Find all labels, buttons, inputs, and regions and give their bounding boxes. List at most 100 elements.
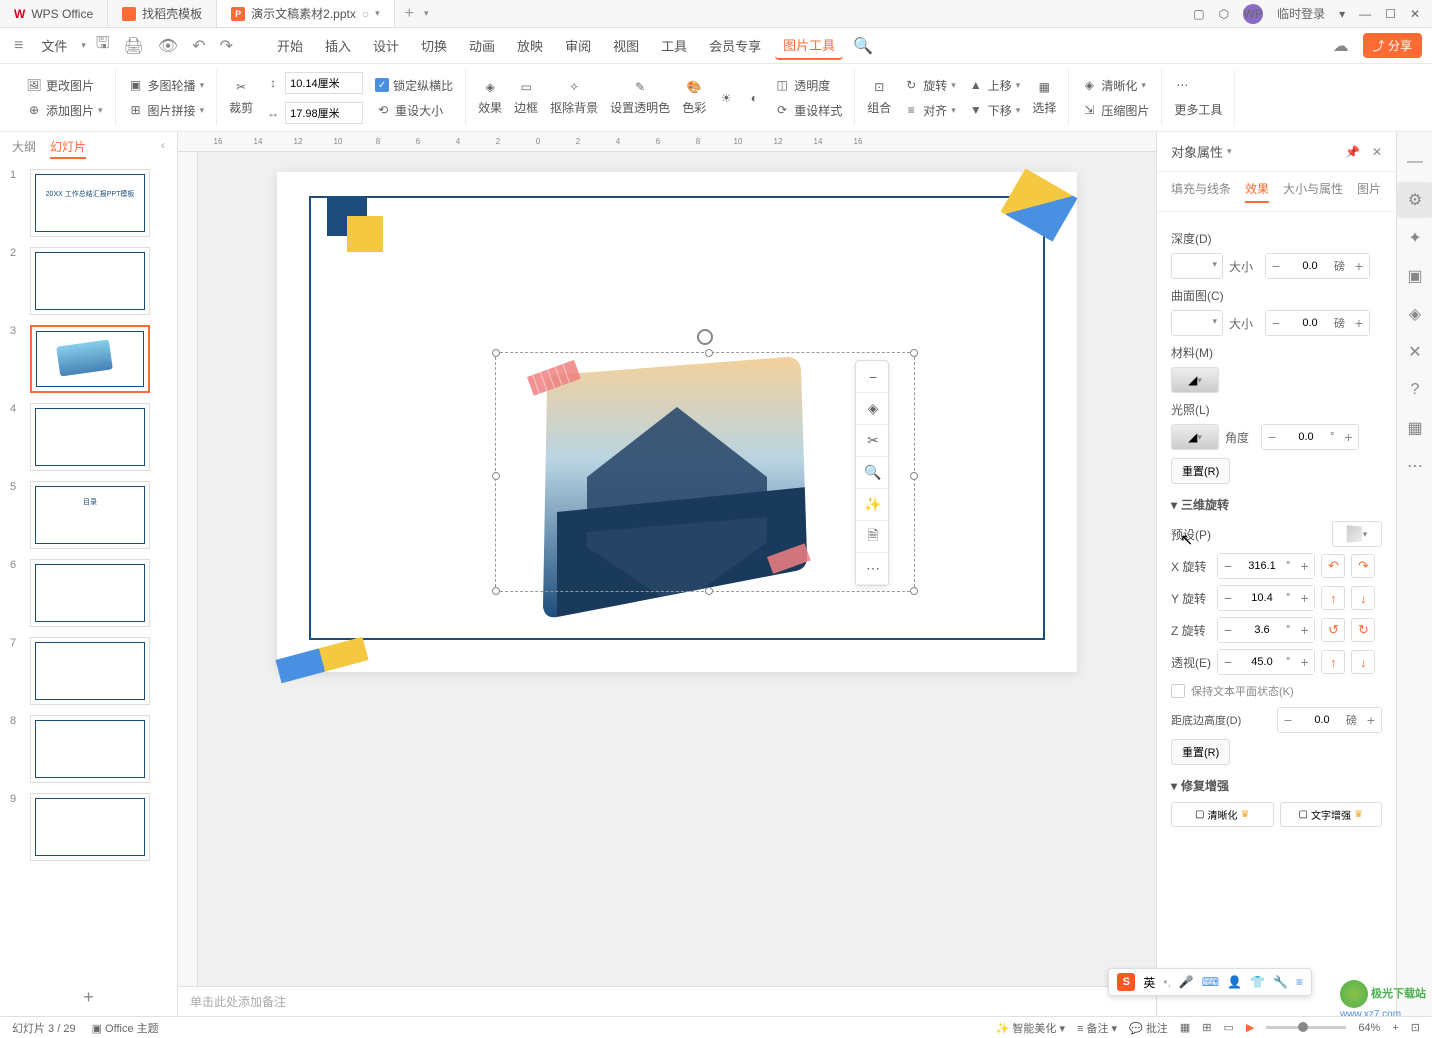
- menu-start[interactable]: 开始: [269, 32, 311, 59]
- menu-design[interactable]: 设计: [365, 32, 407, 59]
- reset-style-button[interactable]: ⟳重设样式: [770, 100, 846, 121]
- slide-thumb-5[interactable]: 目录: [30, 481, 150, 549]
- lighting-input[interactable]: [1282, 431, 1330, 443]
- change-image-button[interactable]: 🖼更改图片: [22, 75, 107, 96]
- tab-document[interactable]: P 演示文稿素材2.pptx ○ ▾: [217, 0, 394, 27]
- move-up-button[interactable]: ▲上移▾: [964, 75, 1025, 96]
- more-tools-button[interactable]: ⋯: [1170, 75, 1226, 95]
- menu-animation[interactable]: 动画: [461, 32, 503, 59]
- resize-handle-tr[interactable]: [910, 349, 918, 357]
- keep-text-flat-checkbox[interactable]: 保持文本平面状态(K): [1171, 683, 1382, 699]
- ime-toolbar[interactable]: S 英 •, 🎤 ⌨ 👤 👕 🔧 ≡: [1108, 968, 1312, 996]
- comments-toggle[interactable]: 💬 批注: [1129, 1020, 1168, 1036]
- login-label[interactable]: 临时登录: [1277, 5, 1325, 22]
- reset-button[interactable]: 重置(R): [1171, 458, 1230, 484]
- float-crop-button[interactable]: ✂: [856, 425, 890, 457]
- decrement-button[interactable]: −: [1262, 425, 1282, 449]
- perspective-spinner[interactable]: −°+: [1217, 649, 1315, 675]
- ime-voice-icon[interactable]: 🎤: [1179, 975, 1194, 989]
- zoom-value[interactable]: 64%: [1358, 1022, 1380, 1034]
- decrement-button[interactable]: −: [1266, 254, 1286, 278]
- rotate-handle[interactable]: [697, 329, 713, 345]
- increment-button[interactable]: +: [1361, 708, 1381, 732]
- assets-sidebar-button[interactable]: ▦: [1397, 410, 1432, 446]
- help-sidebar-button[interactable]: ?: [1397, 372, 1432, 408]
- float-zoom-button[interactable]: 🔍: [856, 457, 890, 489]
- add-slide-button[interactable]: +: [0, 979, 177, 1016]
- collapse-icon[interactable]: ‹: [161, 138, 165, 159]
- float-collapse-button[interactable]: −: [856, 361, 890, 393]
- decrement-button[interactable]: −: [1218, 618, 1238, 642]
- contour-color-select[interactable]: ▾: [1171, 310, 1223, 336]
- move-down-button[interactable]: ▼下移▾: [964, 100, 1025, 121]
- tab-slides[interactable]: 幻灯片: [50, 138, 86, 159]
- color-button[interactable]: 🎨色彩: [678, 77, 710, 118]
- decrement-button[interactable]: −: [1218, 554, 1238, 578]
- chevron-down-icon[interactable]: ▾: [375, 8, 380, 19]
- slide-thumb-3[interactable]: [30, 325, 150, 393]
- rotate-button[interactable]: ↻旋转▾: [899, 75, 960, 96]
- template-sidebar-button[interactable]: ▣: [1397, 258, 1432, 294]
- redo-icon[interactable]: ↷: [216, 32, 237, 60]
- resize-handle-b[interactable]: [705, 587, 713, 595]
- fit-button[interactable]: ⊡: [1411, 1021, 1420, 1034]
- increment-button[interactable]: +: [1349, 311, 1369, 335]
- compress-button[interactable]: ⇲压缩图片: [1077, 100, 1153, 121]
- y-rotation-spinner[interactable]: −°+: [1217, 585, 1315, 611]
- zoom-in-button[interactable]: +: [1392, 1022, 1398, 1034]
- decrement-button[interactable]: −: [1278, 708, 1298, 732]
- image-stitch-button[interactable]: ⊞图片拼接▾: [124, 100, 209, 121]
- material-select[interactable]: ◢▾: [1171, 367, 1219, 393]
- slide-canvas[interactable]: − ◈ ✂ 🔍 ✨ 🗎 ⋯: [277, 172, 1077, 672]
- resize-handle-bl[interactable]: [492, 587, 500, 595]
- increment-button[interactable]: +: [1338, 425, 1358, 449]
- z-rotation-spinner[interactable]: −°+: [1217, 617, 1315, 643]
- minimize-button[interactable]: —: [1359, 7, 1371, 21]
- tab-options-icon[interactable]: ○: [362, 7, 369, 21]
- menu-insert[interactable]: 插入: [317, 32, 359, 59]
- menu-tools[interactable]: 工具: [653, 32, 695, 59]
- save-icon[interactable]: 🖫: [92, 28, 114, 63]
- sharpen-repair-button[interactable]: ▢ 清晰化♛: [1171, 802, 1274, 827]
- rotate-cw-icon[interactable]: ↻: [1351, 618, 1375, 642]
- ime-lang[interactable]: 英: [1143, 974, 1155, 991]
- pin-icon[interactable]: 📌: [1345, 145, 1360, 159]
- y-rotation-input[interactable]: [1238, 592, 1286, 604]
- float-magic-button[interactable]: ✨: [856, 489, 890, 521]
- ime-keyboard-icon[interactable]: ⌨: [1202, 975, 1219, 989]
- contour-spinner[interactable]: −磅+: [1265, 310, 1370, 336]
- share-button[interactable]: ⤴ 分享: [1363, 33, 1422, 58]
- reset-rotation-button[interactable]: 重置(R): [1171, 739, 1230, 765]
- ime-tool-icon[interactable]: 🔧: [1273, 975, 1288, 989]
- lighting-select[interactable]: ◢▾: [1171, 424, 1219, 450]
- search-icon[interactable]: 🔍: [849, 32, 877, 60]
- print-icon[interactable]: 🖨: [120, 32, 148, 60]
- tabs-dropdown-icon[interactable]: ▾: [424, 8, 429, 19]
- perspective-down-icon[interactable]: ↓: [1351, 650, 1375, 674]
- menu-slideshow[interactable]: 放映: [509, 32, 551, 59]
- menu-view[interactable]: 视图: [605, 32, 647, 59]
- view-slideshow-icon[interactable]: ▶: [1246, 1021, 1254, 1034]
- slide-thumb-7[interactable]: [30, 637, 150, 705]
- resize-handle-l[interactable]: [492, 472, 500, 480]
- preview-icon[interactable]: 👁: [154, 32, 182, 60]
- preset-select[interactable]: ▾: [1332, 521, 1382, 547]
- skin-icon[interactable]: ▢: [1193, 7, 1204, 21]
- distance-input[interactable]: [1298, 714, 1346, 726]
- menu-review[interactable]: 审阅: [557, 32, 599, 59]
- slide-thumb-2[interactable]: [30, 247, 150, 315]
- lock-ratio-checkbox[interactable]: ✓锁定纵横比: [371, 75, 457, 96]
- border-button[interactable]: ▭边框: [510, 77, 542, 118]
- reset-size-button[interactable]: ⟲重设大小: [371, 100, 457, 121]
- ime-skin-icon[interactable]: 👕: [1250, 975, 1265, 989]
- beautify-button[interactable]: ✨ 智能美化 ▾: [996, 1020, 1065, 1036]
- slide-thumb-6[interactable]: [30, 559, 150, 627]
- close-panel-button[interactable]: ✕: [1372, 145, 1382, 159]
- new-tab-button[interactable]: +: [395, 5, 424, 23]
- decrement-button[interactable]: −: [1218, 650, 1238, 674]
- align-button[interactable]: ≡对齐▾: [899, 100, 960, 121]
- resources-sidebar-button[interactable]: ◈: [1397, 296, 1432, 332]
- avatar[interactable]: WP: [1243, 4, 1263, 24]
- tools-sidebar-button[interactable]: ✕: [1397, 334, 1432, 370]
- view-sorter-icon[interactable]: ⊞: [1202, 1021, 1211, 1034]
